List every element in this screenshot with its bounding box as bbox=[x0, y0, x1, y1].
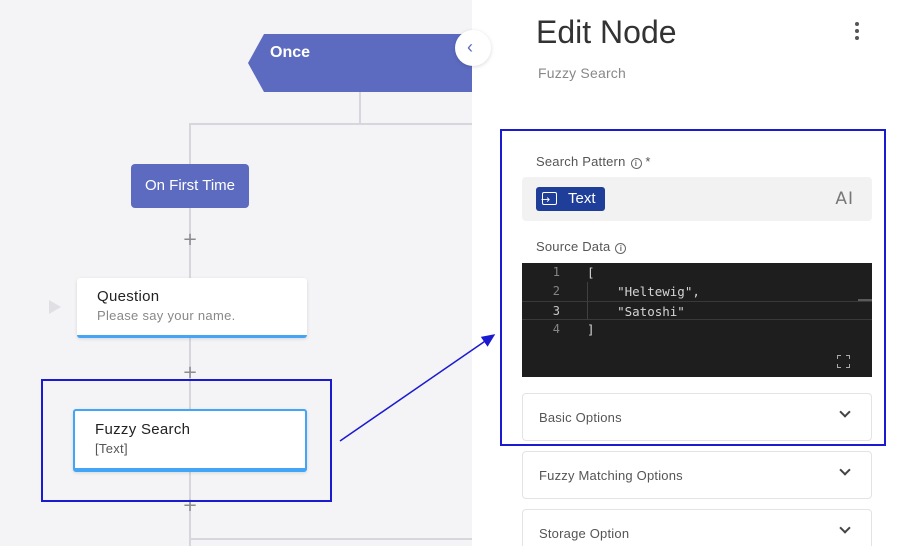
chevron-left-icon: ‹ bbox=[467, 37, 473, 57]
collapse-panel-button[interactable]: ‹ bbox=[455, 30, 491, 66]
annotation-arrow bbox=[339, 334, 496, 442]
